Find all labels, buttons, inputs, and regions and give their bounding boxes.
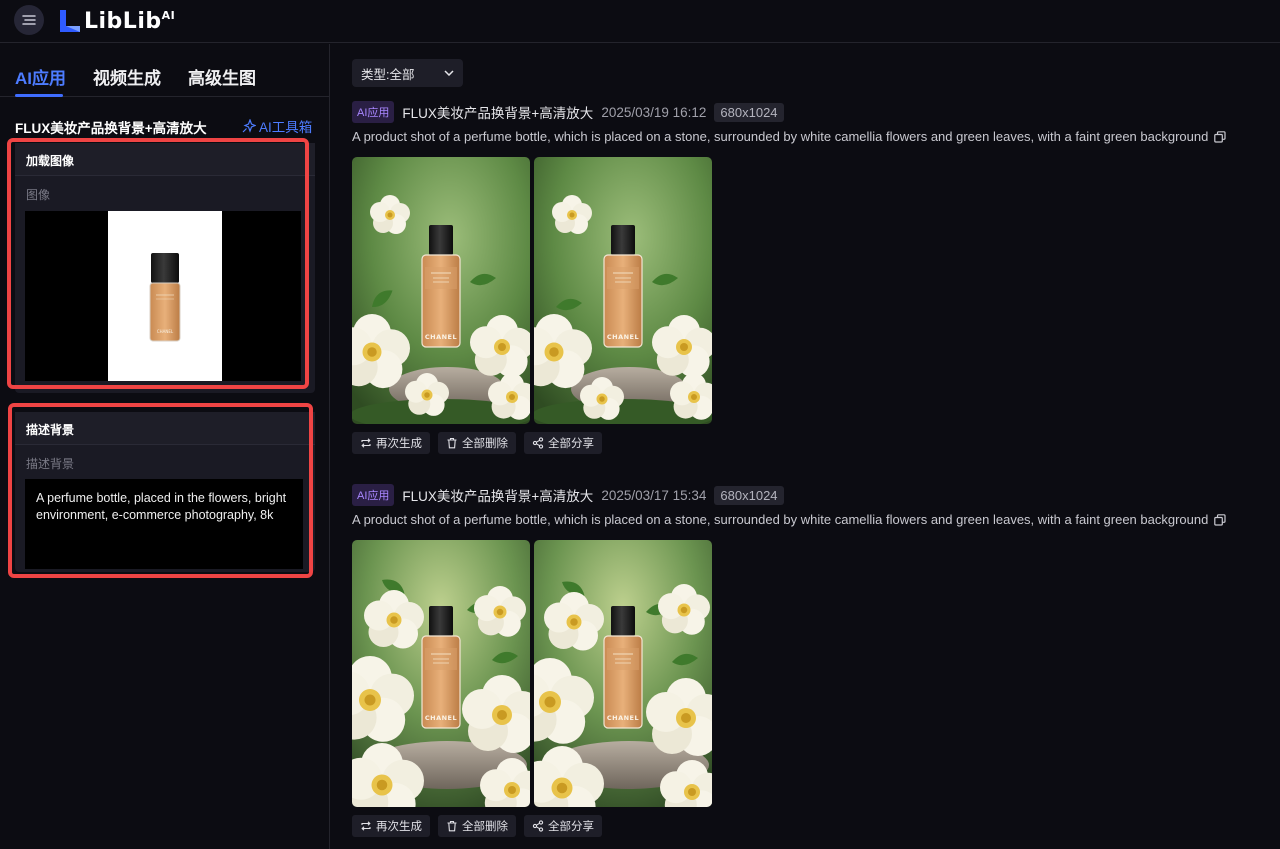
image-label: 图像 [26,188,51,202]
share-all-button[interactable]: 全部分享 [524,815,602,837]
generated-image-2[interactable] [534,157,712,424]
ai-toolbox-link[interactable]: AI工具箱 [242,116,312,136]
svg-text:CHANEL: CHANEL [157,329,174,334]
result-prompt: A product shot of a perfume bottle, whic… [352,512,1209,527]
type-filter-value: 类型:全部 [361,67,415,82]
tab-ai-apps[interactable]: AI应用 [15,64,66,89]
result-prompt: A product shot of a perfume bottle, whic… [352,129,1209,144]
generated-image-3[interactable] [352,540,530,807]
uploaded-product-image: CHANEL [108,211,222,381]
tab-video-generation[interactable]: 视频生成 [93,64,161,89]
result-size-badge: 680x1024 [714,485,784,505]
background-description-textarea[interactable]: A perfume bottle, placed in the flowers,… [25,479,303,569]
share-all-button[interactable]: 全部分享 [524,432,602,454]
copy-icon[interactable] [1214,130,1226,143]
share-icon [532,820,544,832]
result-time: 2025/03/19 16:12 [601,104,707,120]
sparkle-icon [242,119,256,133]
copy-icon[interactable] [1214,513,1226,526]
menu-toggle-button[interactable] [14,5,44,35]
image-upload-area[interactable]: CHANEL [25,211,301,381]
result-card: AI应用 FLUX美妆产品换背景+高清放大 2025/03/19 16:12 6… [352,101,1252,454]
active-tab-indicator [15,94,63,97]
regenerate-button[interactable]: 再次生成 [352,815,430,837]
top-bar: LibLibAI [0,0,1280,43]
load-image-panel: 加载图像 图像 CHANEL [15,143,315,393]
delete-all-button[interactable]: 全部删除 [438,815,516,837]
describe-background-label: 描述背景 [26,457,75,471]
regenerate-button[interactable]: 再次生成 [352,432,430,454]
menu-icon [22,15,36,25]
ai-app-badge: AI应用 [352,101,395,123]
generated-image-1[interactable] [352,157,530,424]
mode-tabs: AI应用 视频生成 高级生图 [0,44,330,97]
repeat-icon [361,821,371,831]
delete-all-button[interactable]: 全部删除 [438,432,516,454]
trash-icon [447,437,457,449]
result-card: AI应用 FLUX美妆产品换背景+高清放大 2025/03/17 15:34 6… [352,484,1252,837]
generated-image-4[interactable] [534,540,712,807]
result-size-badge: 680x1024 [714,102,784,122]
left-panel: AI应用 视频生成 高级生图 FLUX美妆产品换背景+高清放大 AI工具箱 加载… [0,44,330,849]
describe-background-header: 描述背景 [15,412,315,445]
result-title: FLUX美妆产品换背景+高清放大 [402,106,594,121]
share-icon [532,437,544,449]
trash-icon [447,820,457,832]
chevron-down-icon [444,70,454,76]
tool-title: FLUX美妆产品换背景+高清放大 [15,121,207,136]
repeat-icon [361,438,371,448]
logo-text: LibLibAI [84,8,176,34]
result-time: 2025/03/17 15:34 [601,487,707,503]
ai-app-badge: AI应用 [352,484,395,506]
logo[interactable]: LibLibAI [58,8,175,34]
type-filter-select[interactable]: 类型:全部 [352,59,463,87]
logo-mark-icon [60,10,80,32]
tab-advanced-image[interactable]: 高级生图 [188,64,256,89]
result-title: FLUX美妆产品换背景+高清放大 [402,489,594,504]
describe-background-panel: 描述背景 描述背景 A perfume bottle, placed in th… [15,412,315,572]
load-image-header: 加载图像 [15,143,315,176]
